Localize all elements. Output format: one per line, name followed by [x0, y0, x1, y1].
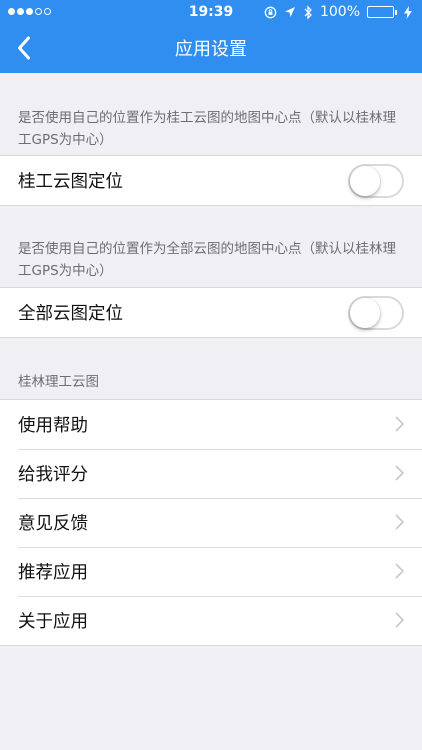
battery-icon	[367, 6, 397, 18]
all-location-row: 全部云图定位	[0, 288, 422, 337]
chevron-right-icon	[395, 465, 404, 481]
about-section-group: 使用帮助 给我评分 意见反馈 推荐应用 关于应用	[0, 399, 422, 646]
toggle-knob	[350, 298, 380, 328]
list-item-help[interactable]: 使用帮助	[0, 400, 422, 449]
list-item-rate[interactable]: 给我评分	[0, 449, 422, 498]
top-bar: 19:39 100% 应用设置	[0, 0, 422, 73]
list-item-label: 给我评分	[18, 465, 88, 485]
list-item-label: 意见反馈	[18, 514, 88, 534]
battery-percent: 100%	[319, 4, 360, 20]
lock-rotation-icon	[264, 6, 277, 18]
list-item-label: 使用帮助	[18, 416, 88, 436]
guilin-location-toggle[interactable]	[348, 164, 404, 198]
list-item-label: 关于应用	[18, 612, 88, 632]
guilin-location-description: 是否使用自己的位置作为桂工云图的地图中心点（默认以桂林理工GPS为中心）	[18, 110, 396, 148]
all-location-label: 全部云图定位	[18, 304, 123, 324]
page-title: 应用设置	[175, 39, 247, 60]
guilin-location-row: 桂工云图定位	[0, 156, 422, 205]
list-item-about[interactable]: 关于应用	[0, 596, 422, 645]
all-location-group: 全部云图定位	[0, 287, 422, 338]
all-location-toggle[interactable]	[348, 296, 404, 330]
chevron-right-icon	[395, 416, 404, 432]
chevron-right-icon	[395, 563, 404, 579]
location-arrow-icon	[284, 7, 295, 17]
list-item-label: 推荐应用	[18, 563, 88, 583]
navigation-bar: 应用设置	[0, 24, 422, 73]
guilin-location-label: 桂工云图定位	[18, 172, 123, 192]
list-item-feedback[interactable]: 意见反馈	[0, 498, 422, 547]
status-bar: 19:39 100%	[0, 0, 422, 24]
toggle-knob	[350, 166, 380, 196]
about-section-header: 桂林理工云图	[18, 374, 99, 390]
bluetooth-icon	[304, 4, 312, 20]
guilin-location-group: 桂工云图定位	[0, 155, 422, 206]
list-item-recommend[interactable]: 推荐应用	[0, 547, 422, 596]
chevron-right-icon	[395, 612, 404, 628]
all-location-description: 是否使用自己的位置作为全部云图的地图中心点（默认以桂林理工GPS为中心）	[18, 241, 396, 279]
charging-bolt-icon	[404, 5, 412, 19]
chevron-right-icon	[395, 514, 404, 530]
status-right-group: 100%	[264, 0, 412, 24]
